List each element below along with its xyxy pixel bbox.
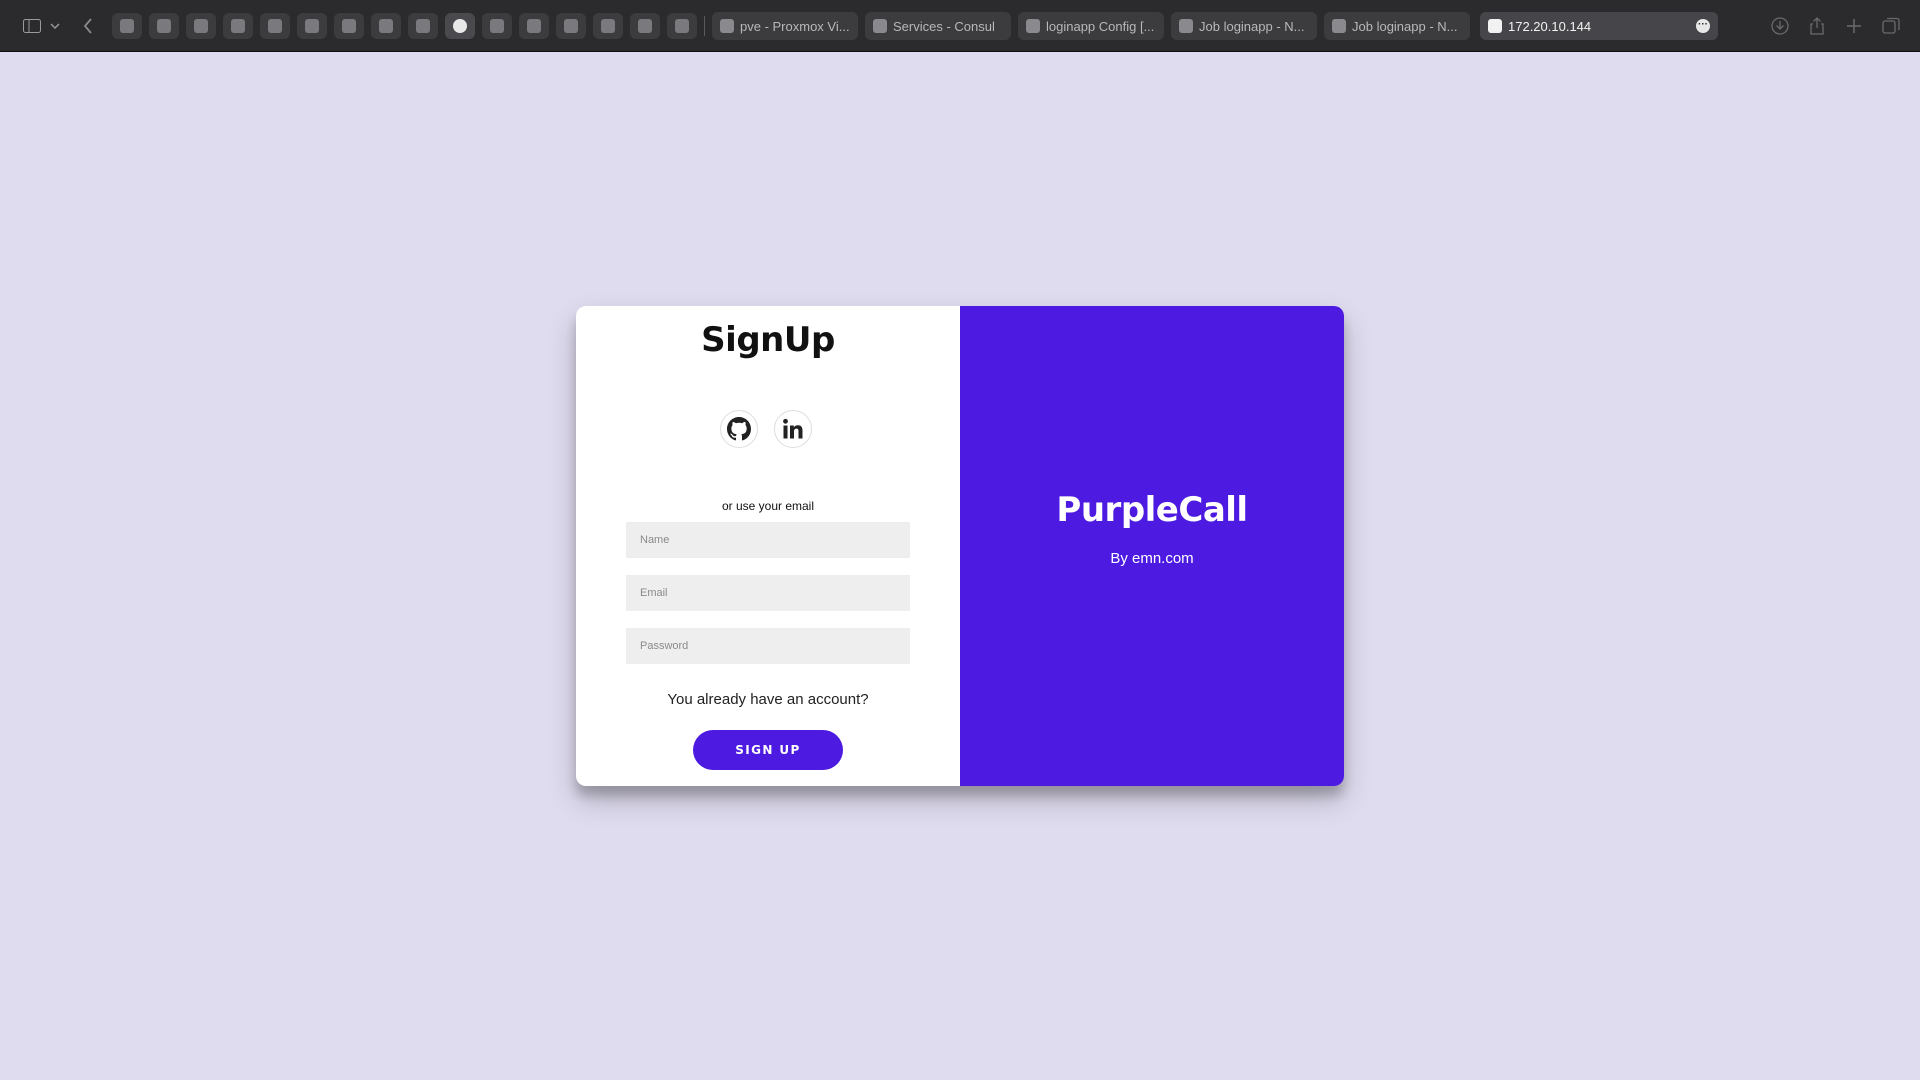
share-icon[interactable] (1805, 14, 1829, 38)
tab-favicon-icon (194, 19, 208, 33)
password-input[interactable] (626, 628, 910, 664)
pinned-tab-github[interactable] (445, 13, 475, 39)
tab-title: Job loginapp - N... (1199, 18, 1305, 34)
close-tab-icon[interactable] (1488, 19, 1502, 33)
tab-favicon-icon (120, 19, 134, 33)
tab-overview-icon[interactable] (1879, 14, 1903, 38)
brand-title: PurpleCall (1056, 490, 1248, 530)
pinned-tab-15[interactable] (630, 13, 660, 39)
tab-favicon-icon (416, 19, 430, 33)
sidebar-toggle-icon[interactable] (20, 14, 44, 38)
tab-favicon-icon (490, 19, 504, 33)
email-input[interactable] (626, 575, 910, 611)
github-login-button[interactable] (720, 410, 758, 448)
tab-job-loginapp-2[interactable]: Job loginapp - N... (1324, 12, 1470, 40)
form-title: SignUp (701, 320, 835, 360)
active-tab-address[interactable]: 172.20.10.144 ··· (1480, 12, 1718, 40)
proxmox-favicon-icon (720, 19, 734, 33)
pinned-tab-14[interactable] (593, 13, 623, 39)
tab-title: pve - Proxmox Vi... (740, 18, 850, 34)
tab-favicon-icon (231, 19, 245, 33)
brand-subtitle: By emn.com (1110, 550, 1194, 567)
tab-favicon-icon (1026, 19, 1040, 33)
back-arrow-icon[interactable] (76, 14, 100, 38)
download-icon[interactable] (1768, 14, 1792, 38)
tab-favicon-icon (675, 19, 689, 33)
linkedin-icon (783, 418, 803, 439)
tab-loginapp-config[interactable]: loginapp Config [... (1018, 12, 1164, 40)
pinned-tab-8[interactable] (371, 13, 401, 39)
tab-favicon-icon (379, 19, 393, 33)
tab-favicon-icon (342, 19, 356, 33)
pinned-tab-3[interactable] (186, 13, 216, 39)
tab-job-loginapp-1[interactable]: Job loginapp - N... (1171, 12, 1317, 40)
pinned-tab-11[interactable] (482, 13, 512, 39)
tab-separator (704, 16, 705, 36)
pinned-tab-4[interactable] (223, 13, 253, 39)
email-hint-text: or use your email (721, 499, 815, 513)
nomad-favicon-icon (1179, 19, 1193, 33)
tab-title: Job loginapp - N... (1352, 18, 1458, 34)
tab-favicon-icon (527, 19, 541, 33)
pinned-tab-2[interactable] (149, 13, 179, 39)
tab-favicon-icon (601, 19, 615, 33)
pinned-tab-16[interactable] (667, 13, 697, 39)
tab-favicon-icon (638, 19, 652, 33)
github-icon (727, 417, 751, 441)
tab-favicon-icon (268, 19, 282, 33)
pinned-tab-6[interactable] (297, 13, 327, 39)
tab-consul[interactable]: Services - Consul (865, 12, 1011, 40)
chevron-down-icon[interactable] (48, 14, 62, 38)
new-tab-plus-icon[interactable] (1842, 14, 1866, 38)
tab-favicon-icon (564, 19, 578, 33)
pinned-tab-5[interactable] (260, 13, 290, 39)
tab-proxmox[interactable]: pve - Proxmox Vi... (712, 12, 858, 40)
browser-toolbar: pve - Proxmox Vi... Services - Consul lo… (0, 0, 1920, 52)
nomad-favicon-icon (1332, 19, 1346, 33)
address-text[interactable]: 172.20.10.144 (1508, 19, 1591, 34)
pinned-tab-13[interactable] (556, 13, 586, 39)
brand-panel: PurpleCall By emn.com (960, 306, 1344, 786)
pinned-tab-7[interactable] (334, 13, 364, 39)
tab-title: loginapp Config [... (1046, 18, 1155, 34)
tab-favicon-icon (157, 19, 171, 33)
existing-account-link[interactable]: You already have an account? (576, 691, 960, 708)
pinned-tab-12[interactable] (519, 13, 549, 39)
more-options-icon[interactable]: ··· (1696, 19, 1710, 33)
name-input[interactable] (626, 522, 910, 558)
sign-up-button[interactable]: SIGN UP (693, 730, 843, 770)
linkedin-login-button[interactable] (774, 410, 812, 448)
signup-form: SignUp or use your email You already hav… (576, 306, 960, 786)
github-favicon-icon (453, 19, 467, 33)
pinned-tab-1[interactable] (112, 13, 142, 39)
tab-favicon-icon (305, 19, 319, 33)
signup-card: SignUp or use your email You already hav… (576, 306, 1344, 786)
pinned-tab-9[interactable] (408, 13, 438, 39)
tab-title: Services - Consul (893, 18, 995, 34)
consul-favicon-icon (873, 19, 887, 33)
